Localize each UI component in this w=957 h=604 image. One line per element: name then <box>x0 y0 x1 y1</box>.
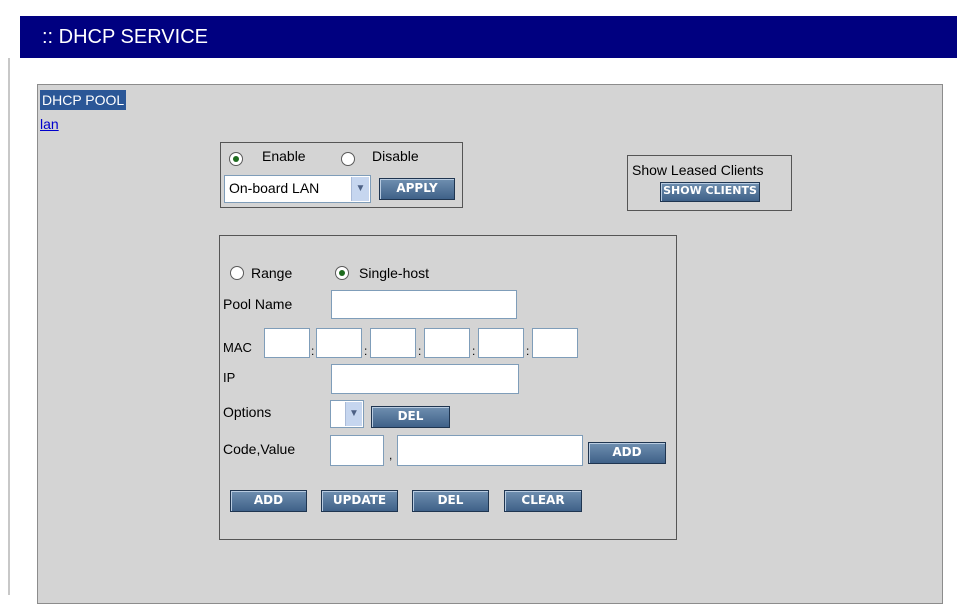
mac-octet-2[interactable] <box>316 328 362 358</box>
pool-name-label: Pool Name <box>223 296 293 312</box>
mac-separator: : <box>364 344 368 358</box>
page-title: :: DHCP SERVICE <box>20 16 957 58</box>
enable-label: Enable <box>262 148 306 164</box>
disable-radio[interactable] <box>341 152 355 166</box>
value-input[interactable] <box>397 435 583 466</box>
chevron-down-icon: ▼ <box>345 402 362 426</box>
ip-label: IP <box>223 370 236 385</box>
mac-separator: : <box>311 344 315 358</box>
top-strip <box>0 0 957 12</box>
pool-title: DHCP POOL <box>40 90 127 110</box>
leased-clients-label: Show Leased Clients <box>632 162 764 178</box>
single-host-label: Single-host <box>359 265 430 281</box>
show-clients-button[interactable]: SHOW CLIENTS <box>660 182 760 202</box>
update-button[interactable]: UPDATE <box>321 490 398 512</box>
pool-name-input[interactable] <box>331 290 517 319</box>
service-box: Enable Disable On-board LAN ▼ APPLY <box>220 142 463 208</box>
chevron-down-icon: ▼ <box>351 177 369 201</box>
ip-input[interactable] <box>331 364 519 394</box>
mac-octet-3[interactable] <box>370 328 416 358</box>
mac-octet-5[interactable] <box>478 328 524 358</box>
code-add-button[interactable]: ADD <box>588 442 666 464</box>
mac-label: MAC <box>223 340 252 355</box>
options-select[interactable]: ▼ <box>330 400 364 428</box>
single-host-radio[interactable] <box>335 266 349 280</box>
add-button[interactable]: ADD <box>230 490 307 512</box>
clear-button[interactable]: CLEAR <box>504 490 582 512</box>
enable-radio[interactable] <box>229 152 243 166</box>
pool-link-lan[interactable]: lan <box>40 116 59 132</box>
range-radio[interactable] <box>230 266 244 280</box>
leased-clients-box: Show Leased Clients SHOW CLIENTS <box>627 155 792 211</box>
options-del-button[interactable]: DEL <box>371 406 450 428</box>
mac-octet-4[interactable] <box>424 328 470 358</box>
left-divider <box>8 58 10 595</box>
mac-octet-1[interactable] <box>264 328 310 358</box>
mac-separator: : <box>526 344 530 358</box>
mac-separator: : <box>418 344 422 358</box>
apply-button[interactable]: APPLY <box>379 178 455 200</box>
mac-separator: : <box>472 344 476 358</box>
interface-select-value: On-board LAN <box>229 180 320 196</box>
code-input[interactable] <box>330 435 384 466</box>
options-label: Options <box>223 404 272 420</box>
pool-form-box: Range Single-host Pool Name MAC : : : : … <box>219 235 677 540</box>
interface-select[interactable]: On-board LAN ▼ <box>224 175 371 203</box>
code-value-label: Code,Value <box>223 441 296 457</box>
disable-label: Disable <box>372 148 419 164</box>
code-value-separator: , <box>389 448 393 462</box>
mac-octet-6[interactable] <box>532 328 578 358</box>
range-label: Range <box>251 265 293 281</box>
del-button[interactable]: DEL <box>412 490 489 512</box>
